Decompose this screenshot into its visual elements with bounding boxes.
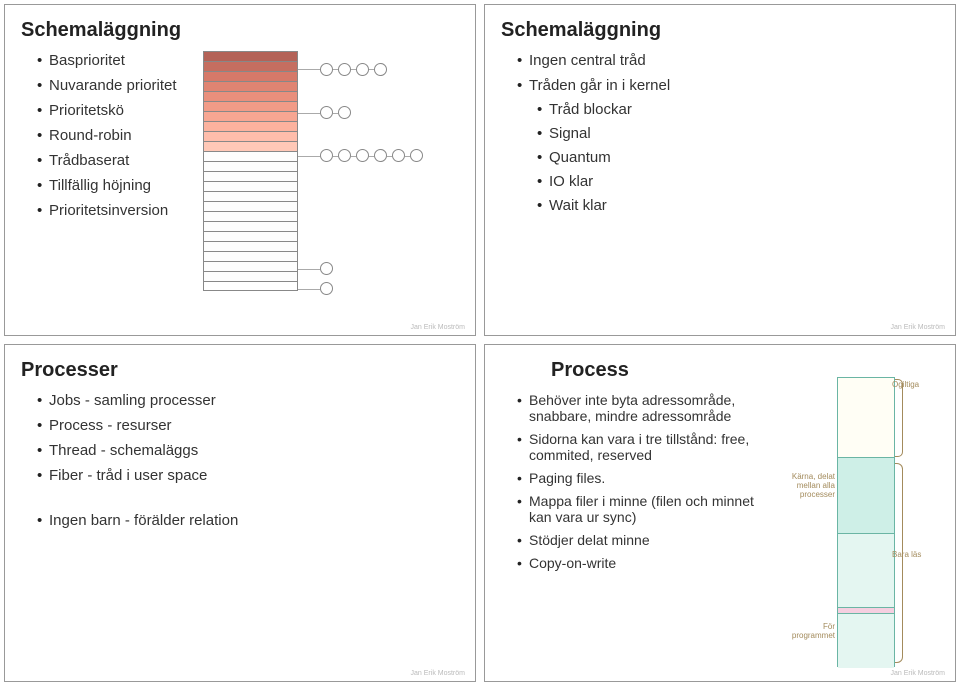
list-item-text: Tråden går in i kernel: [529, 77, 670, 94]
priority-queue-diagram: [203, 51, 468, 301]
memory-label-kernel: Kärna, delat mellan alla processer: [780, 473, 835, 499]
list-item: Ingen central tråd: [517, 52, 939, 69]
thread-node: [356, 63, 369, 76]
list-item: Behöver inte byta adressområde, snabbare…: [517, 392, 766, 424]
thread-node: [320, 106, 333, 119]
bullet-list: Behöver inte byta adressområde, snabbare…: [501, 392, 766, 571]
list-item: Copy-on-write: [517, 555, 766, 571]
thread-node: [338, 63, 351, 76]
memory-label-program: För programmet: [780, 623, 835, 641]
list-item: Jobs - samling processer: [37, 392, 459, 409]
thread-node: [320, 149, 333, 162]
bracket-icon: [895, 379, 903, 457]
list-item: Thread - schemaläggs: [37, 442, 459, 459]
memory-segment-kernel: [838, 458, 894, 534]
slide-scheduling-2: Schemaläggning Ingen central tråd Tråden…: [484, 4, 956, 336]
bullet-list: Ingen central tråd Tråden går in i kerne…: [501, 52, 939, 214]
attribution: Jan Erik Moström: [411, 324, 465, 331]
thread-node: [392, 149, 405, 162]
thread-node: [410, 149, 423, 162]
slide-title: Schemaläggning: [501, 19, 939, 42]
list-item: Wait klar: [537, 197, 939, 214]
thread-node: [338, 149, 351, 162]
memory-segment-program: [838, 614, 894, 668]
list-item: Process - resurser: [37, 417, 459, 434]
list-item: Sidorna kan vara i tre tillstånd: free, …: [517, 431, 766, 463]
list-item: Tråd blockar: [537, 101, 939, 118]
thread-node: [374, 63, 387, 76]
bullet-list: Jobs - samling processer Process - resur…: [21, 392, 459, 484]
list-item: Tråden går in i kernel Tråd blockar Sign…: [517, 77, 939, 214]
bullet-list-extra: Ingen barn - förälder relation: [21, 512, 459, 529]
attribution: Jan Erik Moström: [411, 670, 465, 677]
list-item: Quantum: [537, 149, 939, 166]
thread-node: [320, 63, 333, 76]
thread-node: [320, 262, 333, 275]
list-item: Paging files.: [517, 470, 766, 486]
slide-processes: Processer Jobs - samling processer Proce…: [4, 344, 476, 682]
slide-process: Process Behöver inte byta adressområde, …: [484, 344, 956, 682]
memory-segment-user1: [838, 534, 894, 608]
slide-title: Schemaläggning: [21, 19, 459, 42]
attribution: Jan Erik Moström: [891, 324, 945, 331]
memory-layout-diagram: [837, 377, 895, 667]
thread-node: [374, 149, 387, 162]
slide-scheduling-1: Schemaläggning Basprioritet Nuvarande pr…: [4, 4, 476, 336]
thread-node: [338, 106, 351, 119]
bracket-icon: [895, 463, 903, 663]
list-item: Ingen barn - förälder relation: [37, 512, 459, 529]
list-item: Fiber - tråd i user space: [37, 467, 459, 484]
slide-title: Processer: [21, 359, 459, 382]
memory-segment-invalid: [838, 378, 894, 458]
list-item: Stödjer delat minne: [517, 532, 766, 548]
attribution: Jan Erik Moström: [891, 670, 945, 677]
thread-node: [356, 149, 369, 162]
thread-node: [320, 282, 333, 295]
list-item: Signal: [537, 125, 939, 142]
nested-list: Tråd blockar Signal Quantum IO klar Wait…: [529, 101, 939, 214]
list-item: IO klar: [537, 173, 939, 190]
priority-table: [203, 51, 298, 291]
list-item: Mappa filer i minne (filen och minnet ka…: [517, 493, 766, 525]
